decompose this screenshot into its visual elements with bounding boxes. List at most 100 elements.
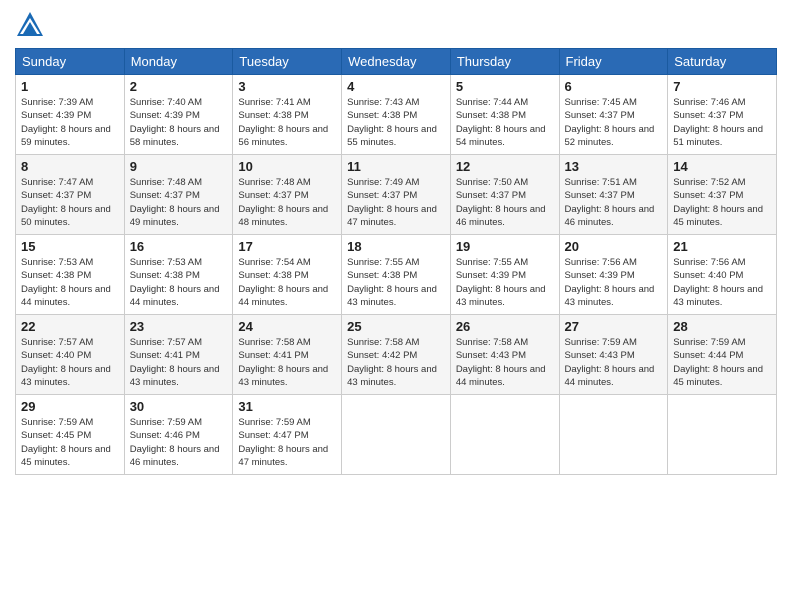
calendar-week-2: 8 Sunrise: 7:47 AMSunset: 4:37 PMDaylight… <box>16 155 777 235</box>
day-number: 4 <box>347 79 445 94</box>
day-info: Sunrise: 7:41 AMSunset: 4:38 PMDaylight:… <box>238 96 336 149</box>
calendar-cell <box>559 395 668 475</box>
calendar-header-row: SundayMondayTuesdayWednesdayThursdayFrid… <box>16 49 777 75</box>
day-number: 27 <box>565 319 663 334</box>
calendar-cell <box>342 395 451 475</box>
calendar-week-3: 15Sunrise: 7:53 AMSunset: 4:38 PMDayligh… <box>16 235 777 315</box>
day-info: Sunrise: 7:58 AMSunset: 4:42 PMDaylight:… <box>347 336 445 389</box>
day-number: 2 <box>130 79 228 94</box>
calendar-cell: 16 Sunrise: 7:53 AMSunset: 4:38 PMDayligh… <box>124 235 233 315</box>
day-number: 16 <box>130 239 228 254</box>
day-number: 17 <box>238 239 336 254</box>
day-number: 11 <box>347 159 445 174</box>
day-info: Sunrise: 7:58 AMSunset: 4:41 PMDaylight:… <box>238 336 336 389</box>
day-info: Sunrise: 7:43 AMSunset: 4:38 PMDaylight:… <box>347 96 445 149</box>
calendar-cell: 10 Sunrise: 7:48 AMSunset: 4:37 PMDayligh… <box>233 155 342 235</box>
calendar-header-monday: Monday <box>124 49 233 75</box>
day-info: Sunrise: 7:58 AMSunset: 4:43 PMDaylight:… <box>456 336 554 389</box>
day-info: Sunrise: 7:56 AMSunset: 4:40 PMDaylight:… <box>673 256 771 309</box>
calendar-cell: 13Sunrise: 7:51 AMSunset: 4:37 PMDayligh… <box>559 155 668 235</box>
calendar-table: SundayMondayTuesdayWednesdayThursdayFrid… <box>15 48 777 475</box>
day-number: 5 <box>456 79 554 94</box>
day-number: 10 <box>238 159 336 174</box>
day-info: Sunrise: 7:39 AMSunset: 4:39 PMDaylight:… <box>21 96 119 149</box>
day-number: 3 <box>238 79 336 94</box>
day-info: Sunrise: 7:53 AMSunset: 4:38 PMDaylight:… <box>130 256 228 309</box>
day-number: 21 <box>673 239 771 254</box>
calendar-cell: 4 Sunrise: 7:43 AMSunset: 4:38 PMDaylight… <box>342 75 451 155</box>
calendar-cell: 5 Sunrise: 7:44 AMSunset: 4:38 PMDaylight… <box>450 75 559 155</box>
day-info: Sunrise: 7:53 AMSunset: 4:38 PMDaylight:… <box>21 256 119 309</box>
day-info: Sunrise: 7:59 AMSunset: 4:45 PMDaylight:… <box>21 416 119 469</box>
day-info: Sunrise: 7:49 AMSunset: 4:37 PMDaylight:… <box>347 176 445 229</box>
day-info: Sunrise: 7:47 AMSunset: 4:37 PMDaylight:… <box>21 176 119 229</box>
day-info: Sunrise: 7:56 AMSunset: 4:39 PMDaylight:… <box>565 256 663 309</box>
day-number: 12 <box>456 159 554 174</box>
calendar-cell: 28Sunrise: 7:59 AMSunset: 4:44 PMDayligh… <box>668 315 777 395</box>
calendar-cell: 11 Sunrise: 7:49 AMSunset: 4:37 PMDayligh… <box>342 155 451 235</box>
day-info: Sunrise: 7:45 AMSunset: 4:37 PMDaylight:… <box>565 96 663 149</box>
day-info: Sunrise: 7:59 AMSunset: 4:46 PMDaylight:… <box>130 416 228 469</box>
calendar-cell: 18Sunrise: 7:55 AMSunset: 4:38 PMDayligh… <box>342 235 451 315</box>
calendar-header-thursday: Thursday <box>450 49 559 75</box>
day-number: 20 <box>565 239 663 254</box>
day-info: Sunrise: 7:55 AMSunset: 4:39 PMDaylight:… <box>456 256 554 309</box>
calendar-cell: 24 Sunrise: 7:58 AMSunset: 4:41 PMDayligh… <box>233 315 342 395</box>
day-number: 30 <box>130 399 228 414</box>
day-number: 24 <box>238 319 336 334</box>
calendar-cell: 26Sunrise: 7:58 AMSunset: 4:43 PMDayligh… <box>450 315 559 395</box>
day-number: 29 <box>21 399 119 414</box>
page: SundayMondayTuesdayWednesdayThursdayFrid… <box>0 0 792 612</box>
day-info: Sunrise: 7:57 AMSunset: 4:40 PMDaylight:… <box>21 336 119 389</box>
day-number: 31 <box>238 399 336 414</box>
day-number: 6 <box>565 79 663 94</box>
calendar-cell: 9 Sunrise: 7:48 AMSunset: 4:37 PMDaylight… <box>124 155 233 235</box>
calendar-week-4: 22 Sunrise: 7:57 AMSunset: 4:40 PMDayligh… <box>16 315 777 395</box>
calendar-cell: 17 Sunrise: 7:54 AMSunset: 4:38 PMDayligh… <box>233 235 342 315</box>
calendar-cell: 29 Sunrise: 7:59 AMSunset: 4:45 PMDayligh… <box>16 395 125 475</box>
header <box>15 10 777 40</box>
calendar-cell <box>450 395 559 475</box>
day-info: Sunrise: 7:46 AMSunset: 4:37 PMDaylight:… <box>673 96 771 149</box>
day-info: Sunrise: 7:59 AMSunset: 4:43 PMDaylight:… <box>565 336 663 389</box>
calendar-cell: 27 Sunrise: 7:59 AMSunset: 4:43 PMDayligh… <box>559 315 668 395</box>
calendar-week-1: 1 Sunrise: 7:39 AMSunset: 4:39 PMDaylight… <box>16 75 777 155</box>
calendar-cell: 6 Sunrise: 7:45 AMSunset: 4:37 PMDaylight… <box>559 75 668 155</box>
calendar-cell: 30 Sunrise: 7:59 AMSunset: 4:46 PMDayligh… <box>124 395 233 475</box>
day-number: 9 <box>130 159 228 174</box>
logo <box>15 10 49 40</box>
calendar-week-5: 29 Sunrise: 7:59 AMSunset: 4:45 PMDayligh… <box>16 395 777 475</box>
day-number: 19 <box>456 239 554 254</box>
calendar-cell <box>668 395 777 475</box>
calendar-cell: 8 Sunrise: 7:47 AMSunset: 4:37 PMDaylight… <box>16 155 125 235</box>
calendar-header-sunday: Sunday <box>16 49 125 75</box>
day-number: 25 <box>347 319 445 334</box>
calendar-cell: 23Sunrise: 7:57 AMSunset: 4:41 PMDayligh… <box>124 315 233 395</box>
day-info: Sunrise: 7:48 AMSunset: 4:37 PMDaylight:… <box>238 176 336 229</box>
calendar-cell: 21 Sunrise: 7:56 AMSunset: 4:40 PMDayligh… <box>668 235 777 315</box>
day-number: 1 <box>21 79 119 94</box>
day-number: 8 <box>21 159 119 174</box>
day-info: Sunrise: 7:48 AMSunset: 4:37 PMDaylight:… <box>130 176 228 229</box>
calendar-cell: 25 Sunrise: 7:58 AMSunset: 4:42 PMDayligh… <box>342 315 451 395</box>
calendar-header-tuesday: Tuesday <box>233 49 342 75</box>
day-number: 23 <box>130 319 228 334</box>
day-info: Sunrise: 7:51 AMSunset: 4:37 PMDaylight:… <box>565 176 663 229</box>
calendar-cell: 7 Sunrise: 7:46 AMSunset: 4:37 PMDaylight… <box>668 75 777 155</box>
calendar-cell: 14Sunrise: 7:52 AMSunset: 4:37 PMDayligh… <box>668 155 777 235</box>
day-number: 14 <box>673 159 771 174</box>
day-info: Sunrise: 7:55 AMSunset: 4:38 PMDaylight:… <box>347 256 445 309</box>
day-info: Sunrise: 7:59 AMSunset: 4:47 PMDaylight:… <box>238 416 336 469</box>
calendar-header-friday: Friday <box>559 49 668 75</box>
calendar-cell: 15Sunrise: 7:53 AMSunset: 4:38 PMDayligh… <box>16 235 125 315</box>
day-info: Sunrise: 7:44 AMSunset: 4:38 PMDaylight:… <box>456 96 554 149</box>
day-info: Sunrise: 7:54 AMSunset: 4:38 PMDaylight:… <box>238 256 336 309</box>
calendar-cell: 22 Sunrise: 7:57 AMSunset: 4:40 PMDayligh… <box>16 315 125 395</box>
day-number: 22 <box>21 319 119 334</box>
day-info: Sunrise: 7:50 AMSunset: 4:37 PMDaylight:… <box>456 176 554 229</box>
calendar-cell: 31 Sunrise: 7:59 AMSunset: 4:47 PMDayligh… <box>233 395 342 475</box>
day-info: Sunrise: 7:59 AMSunset: 4:44 PMDaylight:… <box>673 336 771 389</box>
calendar-header-wednesday: Wednesday <box>342 49 451 75</box>
day-number: 7 <box>673 79 771 94</box>
calendar-cell: 1 Sunrise: 7:39 AMSunset: 4:39 PMDaylight… <box>16 75 125 155</box>
